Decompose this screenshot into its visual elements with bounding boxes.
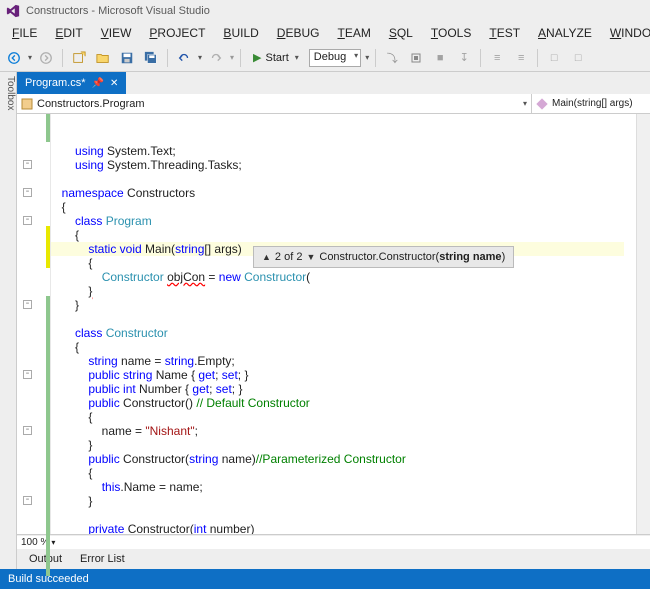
comment-button[interactable]: □ xyxy=(544,48,564,68)
outline-toggle[interactable]: - xyxy=(23,426,32,435)
uncomment-button[interactable]: □ xyxy=(568,48,588,68)
menu-build[interactable]: BUILD xyxy=(215,24,266,42)
toolbox-panel-tab[interactable]: Toolbox xyxy=(0,72,17,569)
class-icon xyxy=(21,98,33,110)
menu-file[interactable]: FILE xyxy=(4,24,45,42)
open-button[interactable] xyxy=(93,48,113,68)
outline-toggle[interactable]: - xyxy=(23,370,32,379)
menu-test[interactable]: TEST xyxy=(481,24,528,42)
toolbar: ▾ ▾ ▾ ▶Start▾ Debug ▾ ⤵ ■ ↧ ≡ ≡ □ □ xyxy=(0,44,650,72)
outline-toggle[interactable]: - xyxy=(23,160,32,169)
sig-prev-icon[interactable]: ▲ xyxy=(262,250,271,264)
nav-bar: Constructors.Program ▾ Main(string[] arg… xyxy=(17,94,650,114)
nav-member-dropdown[interactable]: Main(string[] args) xyxy=(532,94,650,113)
menu-view[interactable]: VIEW xyxy=(93,24,140,42)
bottom-tool-tabs: OutputError List xyxy=(17,549,650,569)
indent-in-button[interactable]: ≡ xyxy=(511,48,531,68)
redo-button[interactable] xyxy=(206,48,226,68)
close-icon[interactable]: ✕ xyxy=(110,78,118,89)
menu-edit[interactable]: EDIT xyxy=(47,24,90,42)
code-editor[interactable]: using System.Text; using System.Threadin… xyxy=(51,114,636,534)
menubar: FILEEDITVIEWPROJECTBUILDDEBUGTEAMSQLTOOL… xyxy=(0,22,650,44)
tb-btn-b[interactable]: ↧ xyxy=(454,48,474,68)
sig-next-icon[interactable]: ▼ xyxy=(306,250,315,264)
window-title: Constructors - Microsoft Visual Studio xyxy=(26,5,210,17)
outline-toggle[interactable]: - xyxy=(23,216,32,225)
new-project-button[interactable] xyxy=(69,48,89,68)
editor-gutter: - - - - - - - xyxy=(17,114,51,534)
document-tabstrip: Program.cs* 📌 ✕ xyxy=(17,72,650,94)
menu-tools[interactable]: TOOLS xyxy=(423,24,479,42)
save-button[interactable] xyxy=(117,48,137,68)
tab-label: Program.cs* xyxy=(25,77,86,89)
undo-button[interactable] xyxy=(174,48,194,68)
menu-project[interactable]: PROJECT xyxy=(141,24,213,42)
step-button-1[interactable]: ⤵ xyxy=(382,48,402,68)
menu-debug[interactable]: DEBUG xyxy=(269,24,328,42)
start-debug-button[interactable]: ▶Start▾ xyxy=(247,50,305,65)
bottom-tab-error-list[interactable]: Error List xyxy=(72,551,133,567)
titlebar: Constructors - Microsoft Visual Studio xyxy=(0,0,650,22)
signature-help-tooltip: ▲ 2 of 2 ▼ Constructor.Constructor(strin… xyxy=(253,246,514,268)
config-dropdown[interactable]: Debug xyxy=(309,49,361,67)
vertical-scrollbar[interactable] xyxy=(636,114,650,534)
status-bar: Build succeeded xyxy=(0,569,650,589)
tb-btn-a[interactable]: ■ xyxy=(430,48,450,68)
menu-team[interactable]: TEAM xyxy=(329,24,378,42)
nav-fwd-button[interactable] xyxy=(36,48,56,68)
method-icon xyxy=(536,98,548,110)
pin-icon[interactable]: 📌 xyxy=(92,78,104,89)
nav-back-button[interactable] xyxy=(4,48,24,68)
save-all-button[interactable] xyxy=(141,48,161,68)
outline-toggle[interactable]: - xyxy=(23,300,32,309)
indent-out-button[interactable]: ≡ xyxy=(487,48,507,68)
zoom-dropdown[interactable]: 100 %▾ xyxy=(17,535,650,549)
menu-analyze[interactable]: ANALYZE xyxy=(530,24,600,42)
menu-sql[interactable]: SQL xyxy=(381,24,421,42)
nav-class-dropdown[interactable]: Constructors.Program ▾ xyxy=(17,94,532,113)
outline-toggle[interactable]: - xyxy=(23,188,32,197)
process-icon[interactable] xyxy=(406,48,426,68)
menu-window[interactable]: WINDOW xyxy=(602,24,650,42)
outline-toggle[interactable]: - xyxy=(23,496,32,505)
vs-logo-icon xyxy=(6,4,20,18)
document-tab-program[interactable]: Program.cs* 📌 ✕ xyxy=(17,72,126,94)
